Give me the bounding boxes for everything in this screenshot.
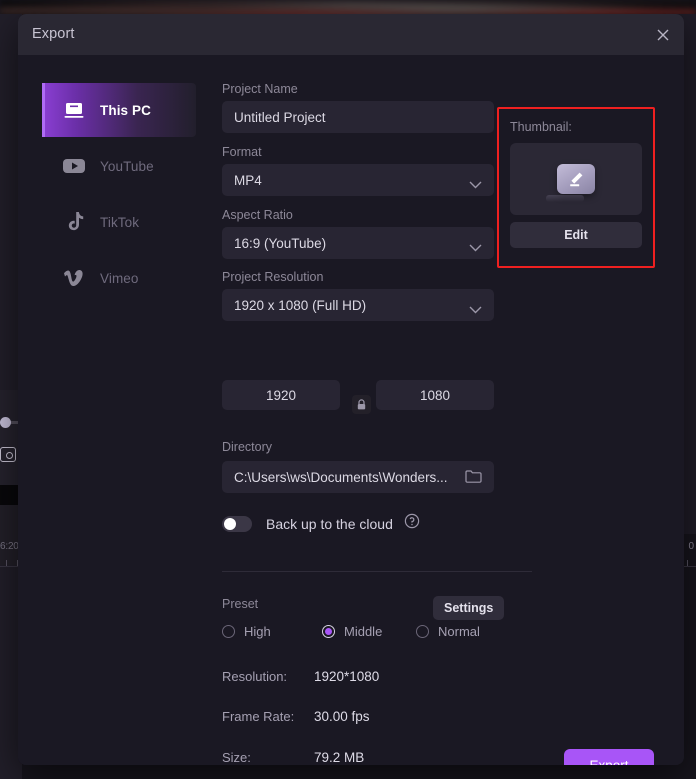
project-name-input[interactable]: Untitled Project: [222, 101, 494, 133]
youtube-icon: [62, 158, 86, 174]
sidebar-item-youtube[interactable]: YouTube: [42, 139, 196, 193]
preset-label: Preset: [222, 597, 259, 611]
resolution-width-input[interactable]: 1920: [222, 380, 340, 410]
image-edit-icon: [557, 164, 595, 194]
sidebar-item-label: TikTok: [100, 214, 140, 230]
vimeo-icon: [62, 269, 86, 287]
format-label: Format: [222, 145, 262, 159]
help-circle-icon[interactable]: [404, 513, 420, 534]
sidebar-item-label: Vimeo: [100, 270, 139, 286]
radio-icon: [416, 625, 429, 638]
lock-icon[interactable]: [352, 395, 371, 414]
background-slider-handle: [0, 417, 11, 428]
background-strip: [0, 485, 20, 505]
project-resolution-select[interactable]: 1920 x 1080 (Full HD): [222, 289, 494, 321]
info-row-size: Size: 79.2 MB: [222, 750, 364, 765]
resolution-height-value: 1080: [419, 387, 451, 403]
dialog-title: Export: [32, 26, 75, 42]
sidebar-item-label: YouTube: [100, 158, 154, 174]
project-resolution-label: Project Resolution: [222, 270, 324, 284]
timeline-right-time-label: 0: [688, 541, 694, 552]
radio-icon: [222, 625, 235, 638]
thumbnail-label: Thumbnail:: [510, 120, 572, 134]
info-key: Resolution:: [222, 669, 288, 684]
dialog-titlebar: Export: [18, 14, 684, 55]
preset-option-middle[interactable]: Middle: [322, 624, 416, 639]
monitor-icon: [62, 102, 86, 119]
chevron-down-icon: [469, 301, 482, 319]
info-key: Size:: [222, 750, 251, 765]
export-dialog: Export This PC YouTube TikTok Vimeo Proj…: [18, 14, 684, 765]
export-button[interactable]: Export: [564, 749, 654, 765]
preset-option-label: Normal: [438, 624, 480, 639]
resolution-width-value: 1920: [265, 387, 297, 403]
folder-icon[interactable]: [465, 469, 482, 489]
directory-label: Directory: [222, 440, 273, 454]
preset-option-label: Middle: [344, 624, 383, 639]
radio-icon-selected: [322, 625, 335, 638]
info-key: Frame Rate:: [222, 709, 295, 724]
thumbnail-edit-button[interactable]: Edit: [510, 222, 642, 248]
tiktok-icon: [62, 211, 86, 233]
project-name-value: Untitled Project: [234, 109, 326, 125]
sidebar-item-this-pc[interactable]: This PC: [42, 83, 196, 137]
info-value: 1920*1080: [314, 669, 380, 684]
thumbnail-panel: Thumbnail: Edit: [497, 107, 655, 268]
sidebar-item-vimeo[interactable]: Vimeo: [42, 251, 196, 305]
info-row-frame-rate: Frame Rate: 30.00 fps: [222, 709, 370, 724]
aspect-ratio-select[interactable]: 16:9 (YouTube): [222, 227, 494, 259]
directory-value: C:\Users\ws\Documents\Wonders...: [234, 469, 448, 485]
export-destination-sidebar: This PC YouTube TikTok Vimeo: [18, 55, 196, 765]
resolution-height-input[interactable]: 1080: [376, 380, 494, 410]
backup-to-cloud-row: Back up to the cloud: [222, 513, 420, 534]
project-resolution-value: 1920 x 1080 (Full HD): [234, 297, 367, 313]
project-name-label: Project Name: [222, 82, 298, 96]
aspect-ratio-value: 16:9 (YouTube): [234, 235, 327, 251]
aspect-ratio-label: Aspect Ratio: [222, 208, 293, 222]
timeline-time-label: 6:20: [0, 541, 19, 552]
directory-input[interactable]: C:\Users\ws\Documents\Wonders...: [222, 461, 494, 493]
preset-option-label: High: [244, 624, 271, 639]
preset-radio-group: High Middle Normal: [222, 624, 502, 639]
chevron-down-icon: [469, 176, 482, 194]
preset-option-normal[interactable]: Normal: [416, 624, 480, 639]
sidebar-item-label: This PC: [100, 102, 151, 118]
backup-to-cloud-toggle[interactable]: [222, 515, 252, 532]
camera-icon: [0, 447, 16, 462]
dialog-body: This PC YouTube TikTok Vimeo Project Nam…: [18, 55, 684, 765]
info-value: 30.00 fps: [314, 709, 370, 724]
format-select[interactable]: MP4: [222, 164, 494, 196]
chevron-down-icon: [469, 239, 482, 257]
preset-option-high[interactable]: High: [222, 624, 322, 639]
close-icon[interactable]: [651, 23, 675, 47]
thumbnail-reflection: [546, 195, 584, 202]
sidebar-item-tiktok[interactable]: TikTok: [42, 195, 196, 249]
format-value: MP4: [234, 172, 262, 188]
backup-to-cloud-label: Back up to the cloud: [266, 515, 393, 532]
info-row-resolution: Resolution: 1920*1080: [222, 669, 379, 684]
thumbnail-preview[interactable]: [510, 143, 642, 215]
section-divider: [222, 571, 532, 572]
settings-button[interactable]: Settings: [433, 596, 505, 620]
background-timeline: [0, 505, 20, 565]
info-value: 79.2 MB: [314, 750, 365, 765]
